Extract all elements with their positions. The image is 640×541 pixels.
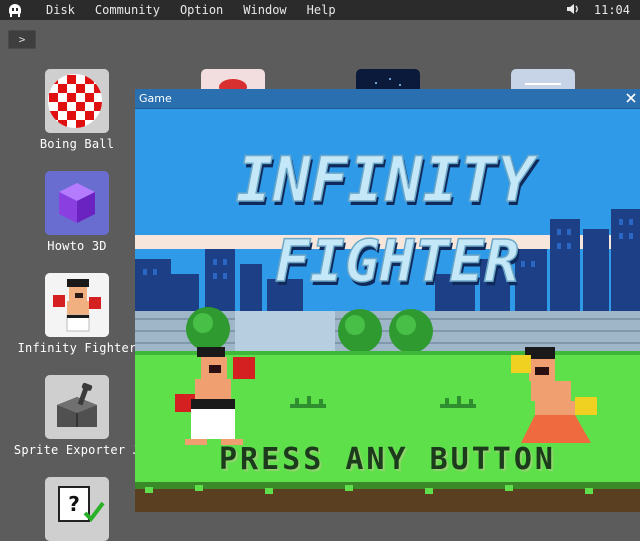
- menu-community[interactable]: Community: [85, 0, 170, 20]
- cube-icon: [45, 171, 109, 235]
- desktop-icon-label: Infinity Fighter: [17, 341, 137, 355]
- menu-help[interactable]: Help: [297, 0, 346, 20]
- expand-button[interactable]: >: [8, 30, 36, 49]
- menu-window[interactable]: Window: [233, 0, 296, 20]
- desktop-icon-sprite-exporter[interactable]: Sprite Exporter J: [12, 375, 142, 457]
- document-icon: [525, 83, 561, 85]
- app-logo-icon[interactable]: [8, 3, 22, 17]
- game-title-line1: INFINITY: [236, 143, 539, 216]
- speaker-icon[interactable]: [566, 3, 580, 18]
- desktop-icon-label: Sprite Exporter J: [13, 443, 141, 457]
- desktop-icon-partial-stars[interactable]: [356, 69, 420, 89]
- desktop-icon-boing-ball[interactable]: Boing Ball: [12, 69, 142, 151]
- candy-icon: [219, 79, 247, 89]
- game-window[interactable]: Game INFINITY INFINITY FIGHTER FIGHTER P…: [135, 89, 640, 512]
- window-titlebar[interactable]: Game: [135, 89, 640, 109]
- desktop-icon-partial-document[interactable]: [511, 69, 575, 89]
- game-title-line2: FIGHTER: [275, 227, 519, 295]
- svg-text:?: ?: [68, 492, 80, 516]
- desktop-icon-help-document[interactable]: ?: [12, 477, 142, 541]
- close-icon[interactable]: [626, 92, 636, 106]
- clock[interactable]: 11:04: [594, 3, 630, 17]
- toolbox-icon: [45, 375, 109, 439]
- boing-ball-icon: [45, 69, 109, 133]
- desktop-icon-label: Howto 3D: [47, 239, 107, 253]
- desktop-icon-partial-candy[interactable]: [201, 69, 265, 89]
- menu-disk[interactable]: Disk: [32, 0, 85, 20]
- system-tray: 11:04: [566, 0, 630, 20]
- help-document-icon: ?: [45, 477, 109, 541]
- desktop-icon-label: Boing Ball: [39, 137, 115, 151]
- press-any-button-prompt: PRESS ANY BUTTON: [219, 442, 556, 477]
- desktop-icon-infinity-fighter[interactable]: Infinity Fighter: [12, 273, 142, 355]
- starfield-icon: [375, 78, 401, 86]
- window-title: Game: [139, 92, 172, 105]
- menu-bar: Disk Community Option Window Help 11:04: [0, 0, 640, 20]
- game-canvas[interactable]: INFINITY INFINITY FIGHTER FIGHTER PRESS …: [135, 109, 640, 512]
- desktop-icon-howto-3d[interactable]: Howto 3D: [12, 171, 142, 253]
- menu-option[interactable]: Option: [170, 0, 233, 20]
- fighter-icon: [45, 273, 109, 337]
